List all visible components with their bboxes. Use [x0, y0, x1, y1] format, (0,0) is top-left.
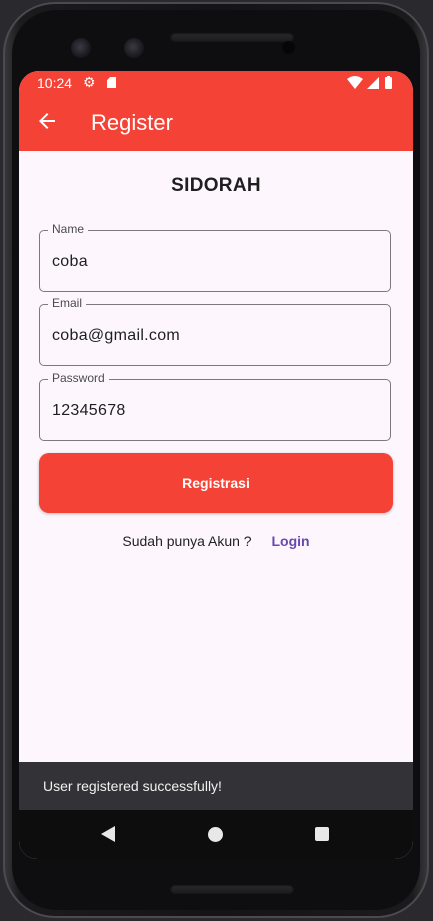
- email-field[interactable]: Email: [39, 296, 391, 366]
- login-prompt-text: Sudah punya Akun ?: [122, 533, 252, 549]
- status-time: 10:24: [37, 75, 73, 91]
- app-screen: 10:24 ⚙ Register SIDORAH Name Email Pass…: [19, 71, 413, 859]
- back-triangle-icon[interactable]: [101, 826, 115, 842]
- proximity-sensor: [282, 41, 295, 54]
- earpiece-speaker: [170, 32, 294, 42]
- page-title: Register: [91, 110, 173, 135]
- name-label: Name: [48, 222, 89, 236]
- snackbar: User registered successfully!: [19, 762, 413, 810]
- registrasi-button[interactable]: Registrasi: [39, 453, 393, 513]
- name-input[interactable]: [52, 253, 372, 271]
- status-bar: 10:24 ⚙: [19, 71, 413, 95]
- gear-icon: ⚙: [83, 74, 96, 90]
- sd-card-icon: [107, 77, 116, 88]
- app-bar: Register: [19, 95, 413, 151]
- cellular-signal-icon: [367, 77, 379, 89]
- password-label: Password: [48, 371, 109, 385]
- front-camera-left: [71, 38, 91, 58]
- snackbar-message: User registered successfully!: [43, 778, 222, 794]
- name-field[interactable]: Name: [39, 222, 391, 292]
- login-prompt: Sudah punya Akun ? Login: [19, 533, 413, 549]
- login-link[interactable]: Login: [272, 533, 310, 549]
- front-camera-right: [124, 38, 144, 58]
- system-nav-bar: [19, 810, 413, 859]
- password-input[interactable]: [52, 402, 372, 420]
- recents-square-icon[interactable]: [315, 827, 329, 841]
- email-input[interactable]: [52, 327, 372, 345]
- bottom-speaker: [170, 884, 294, 894]
- brand-title: SIDORAH: [171, 175, 261, 196]
- email-label: Email: [48, 296, 87, 310]
- arrow-back-icon[interactable]: [35, 109, 59, 133]
- home-circle-icon[interactable]: [208, 827, 223, 842]
- wifi-icon: [347, 76, 363, 89]
- battery-icon: [385, 77, 392, 89]
- password-field[interactable]: Password: [39, 371, 391, 441]
- status-right-icons: [347, 76, 392, 89]
